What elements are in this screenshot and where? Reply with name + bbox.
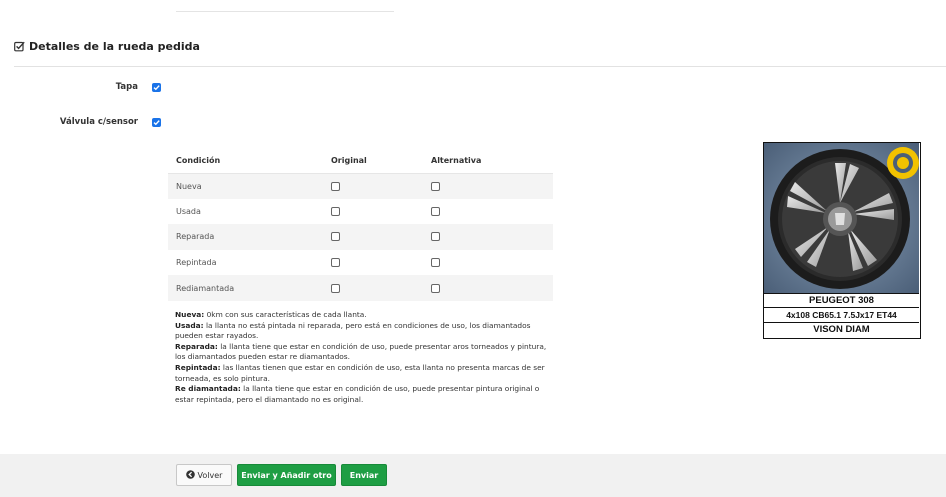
back-button-label: Volver [197, 470, 223, 480]
legend-text: las llantas tienen que estar en condició… [175, 362, 545, 383]
legend-item: Re diamantada: la llanta tiene que estar… [175, 384, 555, 405]
product-model: PEUGEOT 308 [764, 293, 919, 307]
valvula-sensor-checkbox[interactable] [152, 117, 161, 127]
table-row: Repintada [168, 250, 553, 276]
send-button[interactable]: Enviar [341, 464, 387, 486]
product-finish: VISON DIAM [764, 322, 919, 337]
reparada-original-checkbox[interactable] [331, 232, 340, 242]
row-label-nueva: Nueva [168, 173, 331, 199]
legend-text: la llanta no está pintada ni reparada, p… [175, 320, 531, 341]
check-square-icon [14, 41, 25, 52]
legend-term: Re diamantada: [175, 384, 241, 394]
table-row: Nueva [168, 173, 553, 199]
product-card: PEUGEOT 308 4x108 CB65.1 7.5Jx17 ET44 VI… [763, 142, 921, 339]
tapa-checkbox[interactable] [152, 82, 161, 92]
section-divider [14, 66, 946, 67]
condition-legend: Nueva: 0km con sus características de ca… [175, 310, 555, 405]
legend-term: Usada: [175, 320, 204, 330]
section-title-text: Detalles de la rueda pedida [29, 40, 200, 53]
repintada-original-checkbox[interactable] [331, 258, 340, 268]
field-label-valvula: Válvula c/sensor [59, 117, 138, 127]
top-divider [176, 11, 394, 12]
table-header-row: Condición Original Alternativa [168, 148, 553, 174]
legend-text: 0km con sus características de cada llan… [204, 310, 367, 319]
header-original: Original [331, 148, 431, 174]
nueva-original-checkbox[interactable] [331, 181, 340, 191]
condition-table: Condición Original Alternativa Nueva Usa… [168, 148, 553, 301]
legend-term: Repintada: [175, 362, 221, 372]
nueva-alternativa-checkbox[interactable] [431, 181, 440, 191]
legend-item: Nueva: 0km con sus características de ca… [175, 310, 555, 321]
rediamantada-original-checkbox[interactable] [331, 283, 340, 293]
section-title: Detalles de la rueda pedida [14, 40, 200, 53]
table-row: Rediamantada [168, 275, 553, 301]
rediamantada-alternativa-checkbox[interactable] [431, 283, 440, 293]
legend-item: Usada: la llanta no está pintada ni repa… [175, 321, 555, 342]
field-tapa: Tapa [0, 82, 161, 92]
send-and-add-button[interactable]: Enviar y Añadir otro [237, 464, 336, 486]
form-footer [0, 454, 946, 497]
field-valvula: Válvula c/sensor [0, 117, 161, 127]
header-alternativa: Alternativa [431, 148, 553, 174]
repintada-alternativa-checkbox[interactable] [431, 258, 440, 268]
legend-term: Nueva: [175, 310, 205, 319]
usada-alternativa-checkbox[interactable] [431, 206, 440, 216]
back-button[interactable]: Volver [176, 464, 232, 486]
field-label-tapa: Tapa [115, 82, 138, 92]
reparada-alternativa-checkbox[interactable] [431, 232, 440, 242]
row-label-usada: Usada [176, 206, 201, 216]
product-spec: 4x108 CB65.1 7.5Jx17 ET44 [764, 307, 919, 322]
table-row: Reparada [168, 224, 553, 250]
legend-item: Repintada: las llantas tienen que estar … [175, 363, 555, 384]
usada-original-checkbox[interactable] [331, 206, 340, 216]
row-label-repintada: Repintada [176, 258, 217, 268]
legend-item: Reparada: la llanta tiene que estar en c… [175, 342, 555, 363]
row-label-reparada: Reparada [168, 224, 331, 250]
table-row: Usada [168, 199, 553, 225]
header-condicion: Condición [168, 148, 331, 174]
wheel-image [764, 143, 919, 293]
legend-text: la llanta tiene que estar en condición d… [175, 341, 547, 362]
row-label-rediamantada: Rediamantada [168, 275, 331, 301]
back-arrow-icon [185, 469, 195, 481]
legend-term: Reparada: [175, 341, 218, 351]
